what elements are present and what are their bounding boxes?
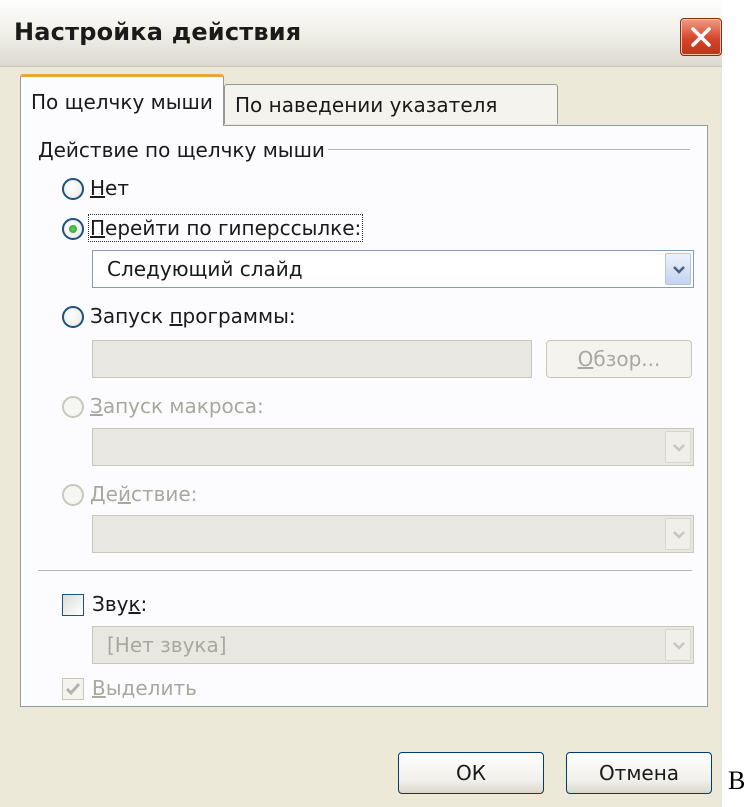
tab-label: По щелчку мыши	[31, 90, 213, 114]
program-path-field[interactable]	[92, 340, 532, 378]
radio-object-action-label: Действие:	[90, 482, 198, 506]
dropdown-button[interactable]	[665, 431, 691, 463]
radio-none-label: Нет	[90, 176, 130, 200]
highlight-checkbox[interactable]	[62, 678, 84, 700]
dropdown-button[interactable]	[665, 518, 691, 550]
radio-run-macro[interactable]	[62, 396, 84, 418]
dropdown-button[interactable]	[665, 253, 691, 285]
radio-run-macro-label: Запуск макроса:	[90, 394, 264, 418]
macro-select[interactable]	[92, 428, 694, 466]
sound-select-value: [Нет звука]	[107, 633, 227, 657]
hyperlink-select[interactable]: Следующий слайд	[92, 250, 694, 288]
highlight-checkbox-label: Выделить	[92, 676, 197, 700]
object-action-select[interactable]	[92, 515, 694, 553]
sound-select[interactable]: [Нет звука]	[92, 626, 694, 664]
checkmark-icon	[65, 683, 81, 696]
radio-selected-dot	[69, 225, 77, 233]
tab-on-mouse-click[interactable]: По щелчку мыши	[20, 74, 224, 126]
browse-button[interactable]: Обзор...	[546, 340, 692, 378]
chevron-down-icon	[673, 444, 685, 452]
group-label: Действие по щелчку мыши	[38, 138, 325, 162]
dropdown-button[interactable]	[665, 629, 691, 661]
tab-on-mouse-over[interactable]: По наведении указателя мыши	[224, 84, 558, 157]
radio-hyperlink[interactable]	[62, 218, 84, 240]
group-divider	[328, 149, 690, 150]
sound-checkbox-label: Звук:	[92, 592, 148, 616]
chevron-down-icon	[673, 266, 685, 274]
close-icon	[691, 27, 711, 47]
cancel-button[interactable]: Отмена	[566, 752, 712, 794]
ok-button[interactable]: ОК	[398, 752, 544, 794]
radio-run-program[interactable]	[62, 306, 84, 328]
title-bar: Настройка действия	[0, 0, 722, 67]
radio-run-program-label: Запуск программы:	[90, 304, 296, 328]
radio-none[interactable]	[62, 178, 84, 200]
hyperlink-select-value: Следующий слайд	[107, 257, 303, 281]
action-settings-dialog: Настройка действия По щелчку мыши По нав…	[0, 0, 722, 807]
radio-hyperlink-label: Перейти по гиперссылке:	[87, 214, 364, 242]
close-button[interactable]	[680, 18, 722, 56]
chevron-down-icon	[673, 642, 685, 650]
side-text: В	[728, 766, 746, 795]
chevron-down-icon	[673, 531, 685, 539]
section-divider	[38, 570, 692, 571]
radio-object-action[interactable]	[62, 484, 84, 506]
sound-checkbox[interactable]	[62, 594, 84, 616]
dialog-title: Настройка действия	[14, 18, 302, 46]
